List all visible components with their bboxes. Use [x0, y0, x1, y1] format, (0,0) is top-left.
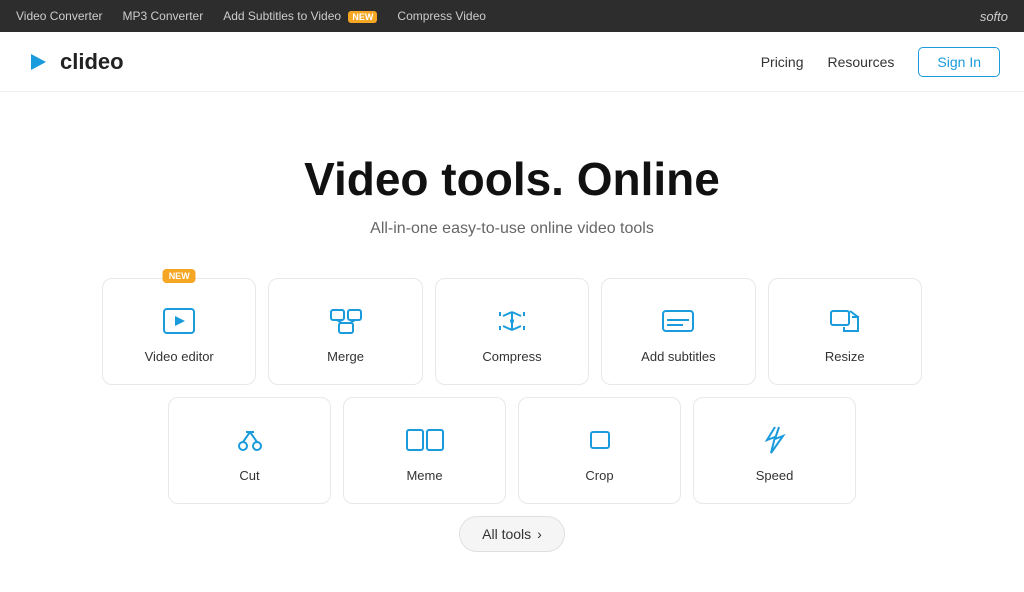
nav-link-resources[interactable]: Resources [827, 54, 894, 70]
tool-card-cut[interactable]: Cut [168, 397, 331, 504]
tool-new-badge: NEW [163, 269, 196, 283]
nav-right: Pricing Resources Sign In [761, 47, 1000, 77]
subtitles-icon [661, 303, 695, 339]
tools-section: NEW Video editor Merge [82, 278, 942, 592]
tool-label-resize: Resize [825, 349, 865, 364]
new-badge: NEW [348, 11, 377, 23]
tool-card-compress[interactable]: Compress [435, 278, 589, 385]
tool-label-merge: Merge [327, 349, 364, 364]
signin-button[interactable]: Sign In [918, 47, 1000, 77]
tool-label-video-editor: Video editor [145, 349, 214, 364]
tool-card-meme[interactable]: Meme [343, 397, 506, 504]
main-nav: clideo Pricing Resources Sign In [0, 32, 1024, 92]
tool-label-meme: Meme [406, 468, 442, 483]
video-editor-icon [162, 303, 196, 339]
all-tools-button[interactable]: All tools › [459, 516, 565, 552]
tool-card-speed[interactable]: Speed [693, 397, 856, 504]
logo[interactable]: clideo [24, 48, 124, 76]
tool-card-video-editor[interactable]: NEW Video editor [102, 278, 256, 385]
tool-label-cut: Cut [239, 468, 259, 483]
hero-section: Video tools. Online All-in-one easy-to-u… [0, 92, 1024, 278]
tool-card-merge[interactable]: Merge [268, 278, 422, 385]
tools-row-1: NEW Video editor Merge [102, 278, 922, 385]
meme-icon [405, 422, 445, 458]
hero-title: Video tools. Online [20, 152, 1004, 206]
all-tools-wrap: All tools › [102, 516, 922, 552]
tool-label-compress: Compress [482, 349, 541, 364]
banner-brand: softo [980, 9, 1008, 24]
tools-row-2: Cut Meme Crop [168, 397, 856, 504]
nav-link-pricing[interactable]: Pricing [761, 54, 804, 70]
tool-card-crop[interactable]: Crop [518, 397, 681, 504]
tool-card-resize[interactable]: Resize [768, 278, 922, 385]
banner-link-compress-video[interactable]: Compress Video [397, 9, 486, 23]
compress-icon [495, 303, 529, 339]
tool-label-crop: Crop [585, 468, 613, 483]
all-tools-chevron-icon: › [537, 526, 542, 542]
hero-subtitle: All-in-one easy-to-use online video tool… [20, 220, 1004, 238]
tool-card-add-subtitles[interactable]: Add subtitles [601, 278, 755, 385]
logo-text: clideo [60, 49, 124, 75]
tool-label-add-subtitles: Add subtitles [641, 349, 715, 364]
merge-icon [329, 303, 363, 339]
banner-link-video-converter[interactable]: Video Converter [16, 9, 103, 23]
resize-icon [828, 303, 862, 339]
speed-icon [761, 422, 789, 458]
all-tools-label: All tools [482, 526, 531, 542]
cut-icon [233, 422, 267, 458]
top-banner: Video Converter MP3 Converter Add Subtit… [0, 0, 1024, 32]
crop-icon [585, 422, 615, 458]
tool-label-speed: Speed [756, 468, 794, 483]
banner-link-mp3-converter[interactable]: MP3 Converter [123, 9, 204, 23]
banner-link-add-subtitles[interactable]: Add Subtitles to Video NEW [223, 9, 377, 23]
logo-icon [24, 48, 52, 76]
